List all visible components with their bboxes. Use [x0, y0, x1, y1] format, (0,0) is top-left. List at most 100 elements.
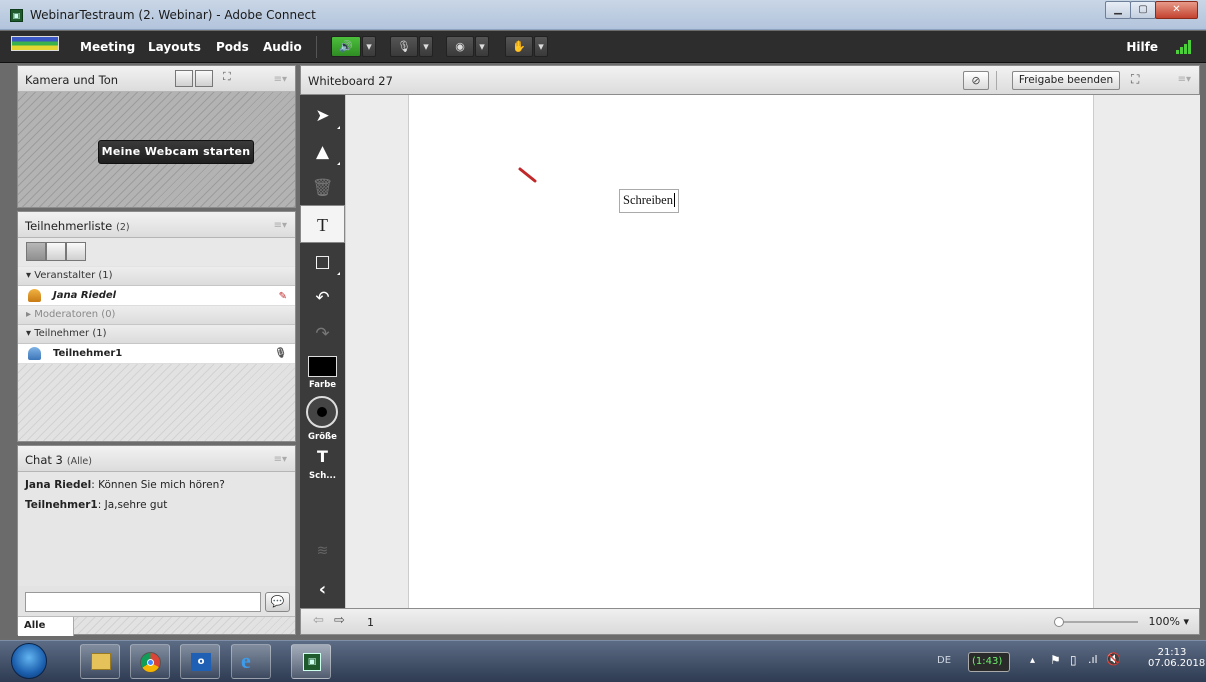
- shape-tool-icon[interactable]: □: [300, 243, 345, 281]
- menu-audio[interactable]: Audio: [263, 40, 302, 54]
- whiteboard-canvas-area: Schreiben: [345, 95, 1200, 608]
- chat-scope: (Alle): [66, 456, 92, 467]
- menu-layouts[interactable]: Layouts: [148, 40, 201, 54]
- chat-tab-everyone[interactable]: Alle: [18, 617, 74, 636]
- color-swatch[interactable]: [308, 356, 337, 377]
- language-indicator[interactable]: DE: [937, 655, 951, 666]
- undo-tool-icon[interactable]: ↶: [300, 279, 345, 317]
- text-tool-icon[interactable]: T: [300, 205, 345, 243]
- attendee-status-view-icon[interactable]: [66, 242, 86, 261]
- zoom-level[interactable]: 100% ▾: [1149, 615, 1189, 628]
- whiteboard-text-box[interactable]: Schreiben: [619, 189, 679, 213]
- send-message-icon[interactable]: 💬: [265, 592, 290, 612]
- show-hidden-icons-icon[interactable]: ▴: [1030, 655, 1035, 666]
- chat-input[interactable]: [25, 592, 261, 612]
- minimize-button[interactable]: ▁: [1105, 1, 1131, 19]
- chat-text: : Können Sie mich hören?: [91, 479, 225, 491]
- layers-icon[interactable]: ≋: [300, 532, 345, 570]
- size-picker[interactable]: [306, 396, 338, 428]
- network-icon[interactable]: .ıl: [1088, 653, 1098, 666]
- windows-taskbar: o e ▣ DE (1:43) ▴ ⚑ ▯ .ıl 🔇 21:13 07.06.…: [0, 640, 1206, 682]
- chrome-icon[interactable]: [130, 644, 170, 679]
- next-page-icon[interactable]: ⇨: [334, 613, 345, 628]
- clock[interactable]: 21:13 07.06.2018: [1148, 647, 1205, 669]
- zoom-slider[interactable]: [1054, 617, 1138, 627]
- host-user-icon: [28, 289, 41, 302]
- participant-name: Teilnehmer1: [53, 348, 123, 359]
- microphone-status-icon: 🎙: [274, 348, 287, 359]
- connection-signal-icon: [1176, 40, 1192, 54]
- whiteboard-text: Schreiben: [623, 193, 673, 207]
- pod-menu-icon[interactable]: ≡▾: [274, 220, 287, 231]
- camera-pod: Kamera und Ton ⛶ ≡▾ Meine Webcam starten: [17, 65, 296, 208]
- volume-muted-icon[interactable]: 🔇: [1106, 652, 1121, 666]
- speaker-dropdown-icon[interactable]: ▾: [362, 36, 376, 57]
- maximize-button[interactable]: ▢: [1130, 1, 1156, 19]
- fullscreen-icon[interactable]: ⛶: [1131, 72, 1139, 87]
- start-button[interactable]: [11, 643, 47, 679]
- section-participants[interactable]: ▾ Teilnehmer (1): [18, 325, 295, 344]
- help-menu[interactable]: Hilfe: [1126, 40, 1158, 54]
- pod-menu-icon[interactable]: ≡▾: [274, 74, 287, 85]
- close-button[interactable]: ✕: [1155, 1, 1198, 19]
- redo-tool-icon[interactable]: ↷: [300, 315, 345, 353]
- attendee-pod-title: Teilnehmerliste (2): [25, 219, 130, 233]
- section-presenters[interactable]: ▸ Moderatoren (0): [18, 306, 295, 325]
- list-view-icon[interactable]: [26, 242, 46, 261]
- start-webcam-button[interactable]: Meine Webcam starten: [98, 140, 254, 164]
- microphone-icon[interactable]: 🎙: [390, 36, 418, 57]
- section-presenters-label: Moderatoren (0): [34, 309, 116, 320]
- chat-text: : Ja,sehre gut: [97, 499, 168, 511]
- pod-menu-icon[interactable]: ≡▾: [274, 454, 287, 465]
- font-tool-icon[interactable]: T: [300, 445, 345, 469]
- adobe-connect-logo: [11, 36, 59, 51]
- chat-pod: Chat 3 (Alle) ≡▾ Jana Riedel: Können Sie …: [17, 445, 296, 636]
- attendee-row-participant[interactable]: Teilnehmer1 🎙: [18, 344, 295, 364]
- delete-tool-icon[interactable]: 🗑: [300, 169, 345, 207]
- menu-meeting[interactable]: Meeting: [80, 40, 135, 54]
- whiteboard-settings-icon[interactable]: ⊘: [963, 71, 989, 90]
- pod-menu-icon[interactable]: ≡▾: [1178, 74, 1191, 85]
- raise-hand-icon[interactable]: ✋: [505, 36, 533, 57]
- chat-pod-title: Chat 3 (Alle): [25, 453, 92, 467]
- window-title-bar[interactable]: ▣ WebinarTestraum (2. Webinar) - Adobe C…: [0, 0, 1206, 30]
- whiteboard-page[interactable]: Schreiben: [408, 95, 1094, 608]
- menu-pods[interactable]: Pods: [216, 40, 249, 54]
- size-label: Größe: [308, 432, 337, 442]
- whiteboard-title: Whiteboard 27: [308, 74, 393, 88]
- chat-message: Jana Riedel: Können Sie mich hören?: [25, 479, 225, 491]
- window-title: WebinarTestraum (2. Webinar) - Adobe Con…: [30, 8, 316, 22]
- whiteboard-pod-header: Whiteboard 27 ⊘ Freigabe beenden ⛶ ≡▾: [300, 65, 1200, 95]
- microphone-dropdown-icon[interactable]: ▾: [419, 36, 433, 57]
- collapse-toolbar-icon[interactable]: ‹: [300, 571, 345, 609]
- page-number: 1: [367, 616, 374, 629]
- camera-icon[interactable]: ◉: [446, 36, 474, 57]
- grid-view-icon[interactable]: [175, 70, 193, 87]
- select-tool-icon[interactable]: ➤: [300, 97, 345, 135]
- fullscreen-icon[interactable]: ⛶: [223, 70, 241, 87]
- previous-page-icon[interactable]: ⇦: [313, 613, 324, 628]
- section-hosts-label: Veranstalter (1): [34, 270, 113, 281]
- status-dropdown-icon[interactable]: ▾: [534, 36, 548, 57]
- breakout-view-icon[interactable]: [46, 242, 66, 261]
- camera-pod-title: Kamera und Ton: [25, 73, 119, 87]
- attendee-row-host[interactable]: Jana Riedel ✎: [18, 286, 295, 306]
- adobe-connect-taskbar-icon[interactable]: ▣: [291, 644, 331, 679]
- camera-dropdown-icon[interactable]: ▾: [475, 36, 489, 57]
- zoom-slider-handle[interactable]: [1054, 617, 1064, 627]
- attendee-pod: Teilnehmerliste (2) ≡▾ ▾ Veranstalter (1)…: [17, 211, 296, 442]
- flag-icon[interactable]: ⚑: [1050, 653, 1061, 667]
- file-explorer-icon[interactable]: [80, 644, 120, 679]
- attendee-title-text: Teilnehmerliste: [25, 219, 113, 233]
- speaker-icon[interactable]: 🔊: [331, 36, 361, 57]
- chat-tab-bar: Alle: [18, 616, 295, 636]
- pen-tool-icon[interactable]: ▲: [300, 133, 345, 171]
- section-hosts[interactable]: ▾ Veranstalter (1): [18, 267, 295, 286]
- battery-icon[interactable]: ▯: [1070, 653, 1077, 667]
- battery-indicator[interactable]: (1:43): [968, 652, 1010, 672]
- filmstrip-view-icon[interactable]: [195, 70, 213, 87]
- internet-explorer-icon[interactable]: e: [231, 644, 271, 679]
- outlook-icon[interactable]: o: [180, 644, 220, 679]
- stop-sharing-button[interactable]: Freigabe beenden: [1012, 71, 1120, 90]
- color-label: Farbe: [308, 380, 337, 390]
